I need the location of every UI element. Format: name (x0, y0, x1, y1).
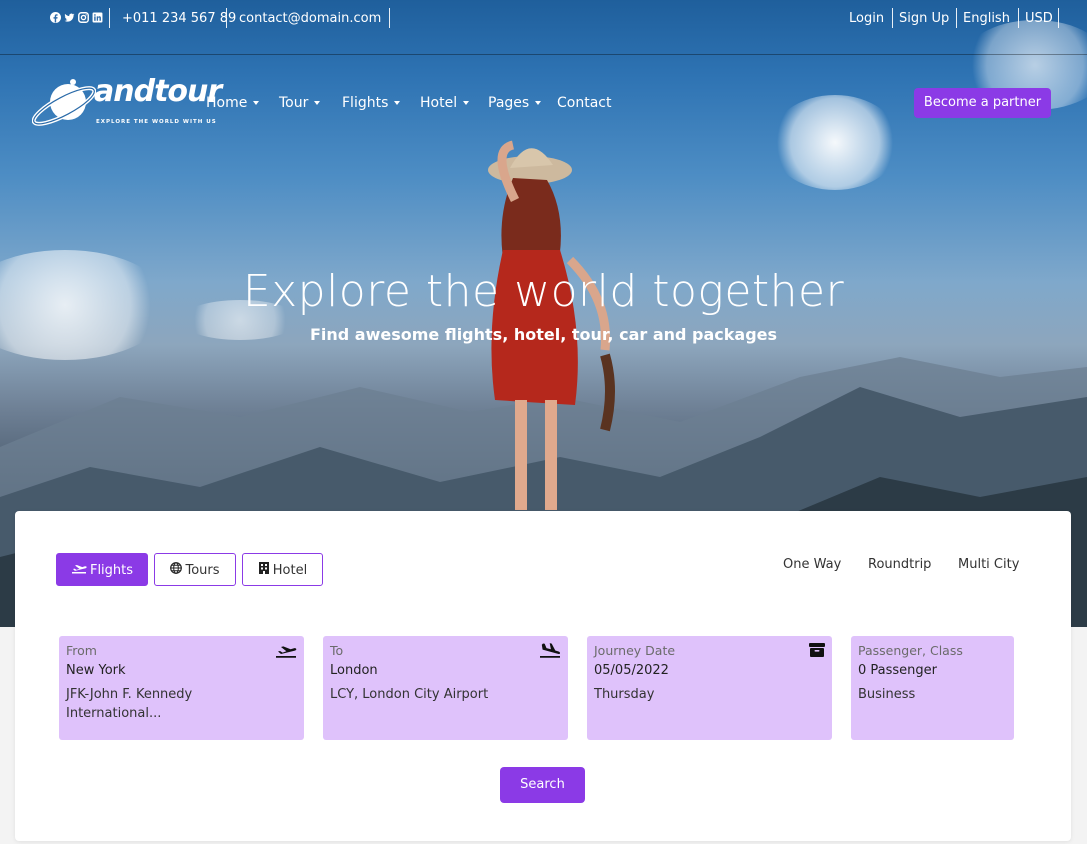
tab-label: Flights (89, 563, 134, 578)
tab-label: Hotel (272, 563, 308, 578)
social-links (50, 12, 103, 23)
passenger-class-field[interactable]: Passenger, Class 0 Passenger Business (851, 636, 1014, 740)
separator (1018, 8, 1019, 28)
nav-label: Tour (279, 95, 309, 111)
field-sub: LCY, London City Airport (330, 687, 489, 702)
plane-arrival-icon (539, 642, 561, 662)
trip-one-way[interactable]: One Way (783, 557, 841, 572)
brand-tagline: EXPLORE THE WORLD WITH US (96, 119, 217, 125)
brand-name[interactable]: andtour (94, 74, 222, 109)
building-icon (258, 554, 270, 587)
hero-title: Explore the world together (242, 266, 845, 317)
trip-roundtrip[interactable]: Roundtrip (868, 557, 931, 572)
caret-down-icon (314, 101, 321, 105)
calendar-icon (809, 642, 825, 661)
currency-select[interactable]: USD (1025, 10, 1053, 30)
plane-icon (71, 554, 87, 587)
plane-departure-icon (275, 642, 297, 662)
field-sub: Business (858, 687, 916, 702)
logo-planet-icon[interactable] (32, 76, 96, 132)
field-label: From (66, 643, 97, 658)
field-value: 05/05/2022 (594, 663, 669, 678)
from-field[interactable]: From New York JFK-John F. Kennedy Intern… (59, 636, 304, 740)
nav-hotel[interactable]: Hotel (420, 94, 470, 112)
field-label: Journey Date (594, 643, 676, 658)
field-label: Passenger, Class (858, 643, 963, 658)
search-button[interactable]: Search (500, 767, 585, 803)
nav-flights[interactable]: Flights (342, 94, 401, 112)
field-sub: JFK-John F. Kennedy International... (66, 687, 193, 721)
search-panel: Flights Tours Hotel One Way Roundtrip Mu… (15, 511, 1071, 841)
phone-link[interactable]: +011 234 567 89 (122, 10, 236, 30)
facebook-icon[interactable] (50, 12, 61, 23)
tab-hotel[interactable]: Hotel (242, 553, 323, 586)
nav-label: Hotel (420, 95, 458, 111)
twitter-icon[interactable] (64, 12, 75, 23)
linkedin-icon[interactable] (92, 12, 103, 23)
instagram-icon[interactable] (78, 12, 89, 23)
separator (956, 8, 957, 28)
top-bar: +011 234 567 89 contact@domain.com Login… (0, 0, 1087, 55)
field-label: To (330, 643, 344, 658)
nav-label: Home (206, 95, 248, 111)
globe-icon (170, 554, 183, 587)
caret-down-icon (253, 101, 260, 105)
nav-home[interactable]: Home (206, 94, 260, 112)
field-sub: Thursday (594, 687, 655, 702)
become-partner-button[interactable]: Become a partner (914, 88, 1051, 118)
nav-tour[interactable]: Tour (279, 94, 321, 112)
journey-date-field[interactable]: Journey Date 05/05/2022 Thursday (587, 636, 832, 740)
field-value: London (330, 663, 378, 678)
field-value: 0 Passenger (858, 663, 938, 678)
separator (1058, 8, 1059, 28)
tab-tours[interactable]: Tours (154, 553, 236, 586)
login-link[interactable]: Login (849, 10, 884, 30)
language-select[interactable]: English (963, 10, 1010, 30)
signup-link[interactable]: Sign Up (899, 10, 949, 30)
tab-label: Tours (185, 563, 220, 578)
field-value: New York (66, 663, 126, 678)
caret-down-icon (535, 101, 542, 105)
separator (109, 8, 110, 28)
nav-contact[interactable]: Contact (557, 94, 611, 112)
caret-down-icon (463, 101, 470, 105)
separator (892, 8, 893, 28)
nav-label: Contact (557, 95, 612, 111)
nav-label: Pages (488, 95, 530, 111)
tab-flights[interactable]: Flights (56, 553, 148, 586)
caret-down-icon (394, 101, 401, 105)
hero-subtitle: Find awesome flights, hotel, tour, car a… (309, 325, 778, 344)
separator (389, 8, 390, 28)
nav-label: Flights (342, 95, 389, 111)
separator (226, 8, 227, 28)
nav-pages[interactable]: Pages (488, 94, 542, 112)
to-field[interactable]: To London LCY, London City Airport (323, 636, 568, 740)
trip-multi-city[interactable]: Multi City (958, 557, 1019, 572)
email-link[interactable]: contact@domain.com (239, 10, 381, 30)
cloud-decor (770, 95, 900, 190)
